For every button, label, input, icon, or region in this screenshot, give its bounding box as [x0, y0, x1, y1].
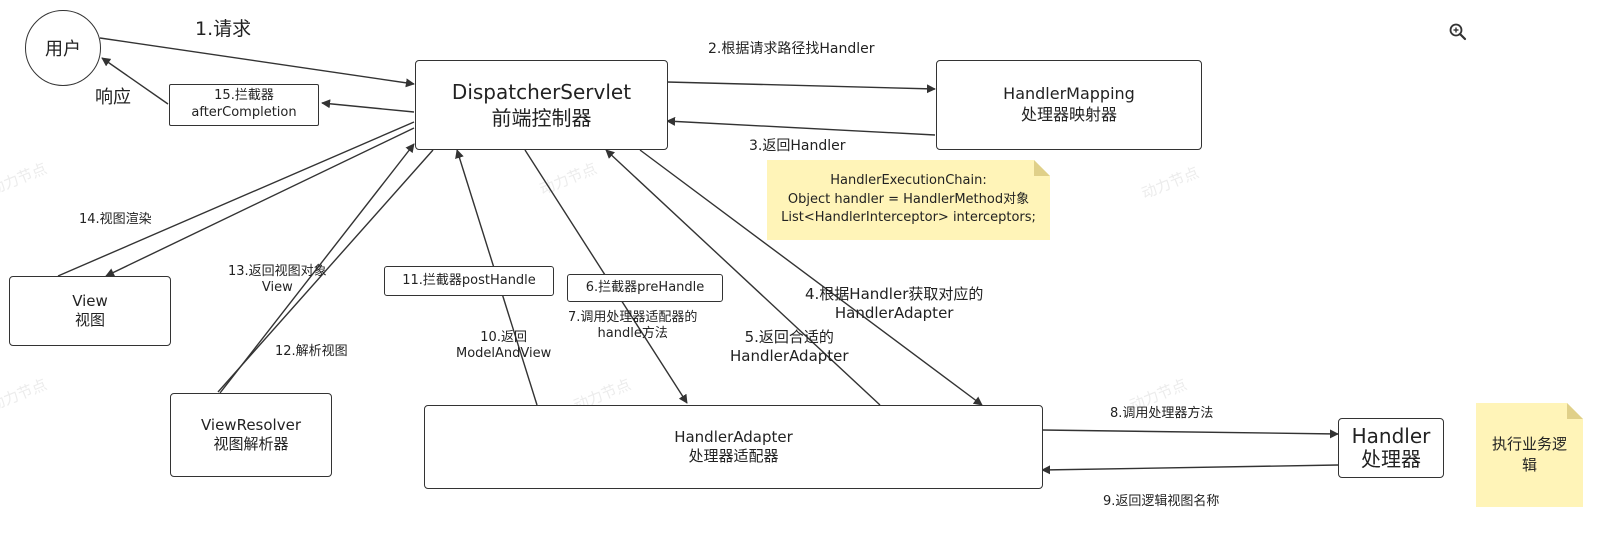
view-node: View 视图 — [9, 276, 171, 346]
edge-3-return-handler — [666, 116, 936, 136]
label-step-4-line1: 4.根据Handler获取对应的 — [805, 285, 984, 303]
view-subtitle: 视图 — [74, 311, 105, 329]
label-step-10: 10.返回 ModelAndView — [456, 330, 551, 363]
edge-15-after-completion — [321, 99, 415, 113]
dispatcher-title: DispatcherServlet — [451, 80, 632, 104]
view-resolver-node: ViewResolver 视图解析器 — [170, 393, 332, 477]
business-logic-note: 执行业务逻 辑 — [1476, 403, 1583, 507]
interceptor-after-completion-node: 15.拦截器 afterCompletion — [169, 84, 319, 126]
label-step-5-line1: 5.返回合适的 — [744, 328, 834, 346]
label-step-12: 12.解析视图 — [275, 344, 348, 359]
dispatcher-servlet-node: DispatcherServlet 前端控制器 — [415, 60, 668, 150]
label-step-3: 3.返回Handler — [749, 138, 846, 154]
label-step-1: 1.请求 — [195, 18, 252, 40]
handler-adapter-subtitle: 处理器适配器 — [688, 447, 779, 465]
label-step-10-line1: 10.返回 — [480, 330, 527, 345]
edge-14-render-back — [105, 127, 415, 277]
execution-chain-note: HandlerExecutionChain: Object handler = … — [767, 160, 1050, 240]
execution-chain-line1: HandlerExecutionChain: — [830, 172, 987, 188]
view-resolver-title: ViewResolver — [200, 415, 301, 434]
label-step-9: 9.返回逻辑视图名称 — [1103, 494, 1220, 509]
label-step-10-line2: ModelAndView — [456, 346, 552, 362]
business-logic-line2: 辑 — [1521, 456, 1537, 474]
label-step-2: 2.根据请求路径找Handler — [708, 41, 875, 57]
interceptor-pre-handle-node: 6.拦截器preHandle — [567, 274, 723, 302]
after-completion-line2: afterCompletion — [191, 105, 297, 120]
after-completion-line1: 15.拦截器 — [214, 88, 274, 104]
interceptor-post-handle-node: 11.拦截器postHandle — [384, 266, 554, 296]
handler-mapping-node: HandlerMapping 处理器映射器 — [936, 60, 1202, 150]
post-handle-label: 11.拦截器postHandle — [402, 272, 536, 288]
view-resolver-subtitle: 视图解析器 — [213, 435, 289, 453]
dispatcher-subtitle: 前端控制器 — [491, 106, 592, 130]
edge-14-render — [57, 121, 415, 277]
handler-adapter-node: HandlerAdapter 处理器适配器 — [424, 405, 1043, 489]
pre-handle-label: 6.拦截器preHandle — [585, 279, 705, 295]
execution-chain-line2: Object handler = HandlerMethod对象 — [787, 191, 1030, 207]
label-response: 响应 — [95, 87, 131, 108]
edge-1-request — [99, 37, 415, 88]
edge-8-call-handler — [1041, 429, 1339, 439]
business-logic-line1: 执行业务逻 — [1491, 435, 1567, 453]
label-step-7: 7.调用处理器适配器的 handle方法 — [568, 310, 697, 343]
handler-node: Handler 处理器 — [1338, 418, 1444, 478]
handler-subtitle: 处理器 — [1361, 447, 1421, 471]
zoom-in-icon[interactable] — [1448, 22, 1468, 42]
label-step-14: 14.视图渲染 — [79, 212, 152, 227]
edge-2-find-handler — [666, 81, 936, 94]
label-step-4-line2: HandlerAdapter — [834, 303, 954, 322]
handler-mapping-subtitle: 处理器映射器 — [1020, 105, 1117, 124]
label-step-13: 13.返回视图对象 View — [228, 264, 327, 297]
label-step-5: 5.返回合适的 HandlerAdapter — [730, 328, 849, 366]
user-label: 用户 — [45, 39, 81, 60]
execution-chain-line3: List<HandlerInterceptor> interceptors; — [781, 210, 1036, 226]
view-title: View — [72, 291, 108, 310]
label-step-13-line1: 13.返回视图对象 — [228, 264, 327, 279]
user-node: 用户 — [25, 10, 101, 86]
handler-mapping-title: HandlerMapping — [1003, 84, 1135, 104]
springmvc-flow-diagram: 动力节点 动力节点 动力节点 动力节点 动力节点 动力节点 用户 Dispatc… — [0, 0, 1617, 535]
label-step-7-line1: 7.调用处理器适配器的 — [568, 310, 698, 325]
label-step-7-line2: handle方法 — [597, 326, 668, 342]
label-step-8: 8.调用处理器方法 — [1110, 406, 1214, 421]
label-step-5-line2: HandlerAdapter — [730, 346, 849, 365]
label-step-4: 4.根据Handler获取对应的 HandlerAdapter — [805, 285, 983, 323]
label-step-13-line2: View — [261, 280, 293, 296]
handler-title: Handler — [1351, 424, 1431, 448]
edge-9-return-view-name — [1041, 464, 1339, 475]
handler-adapter-title: HandlerAdapter — [674, 427, 793, 446]
